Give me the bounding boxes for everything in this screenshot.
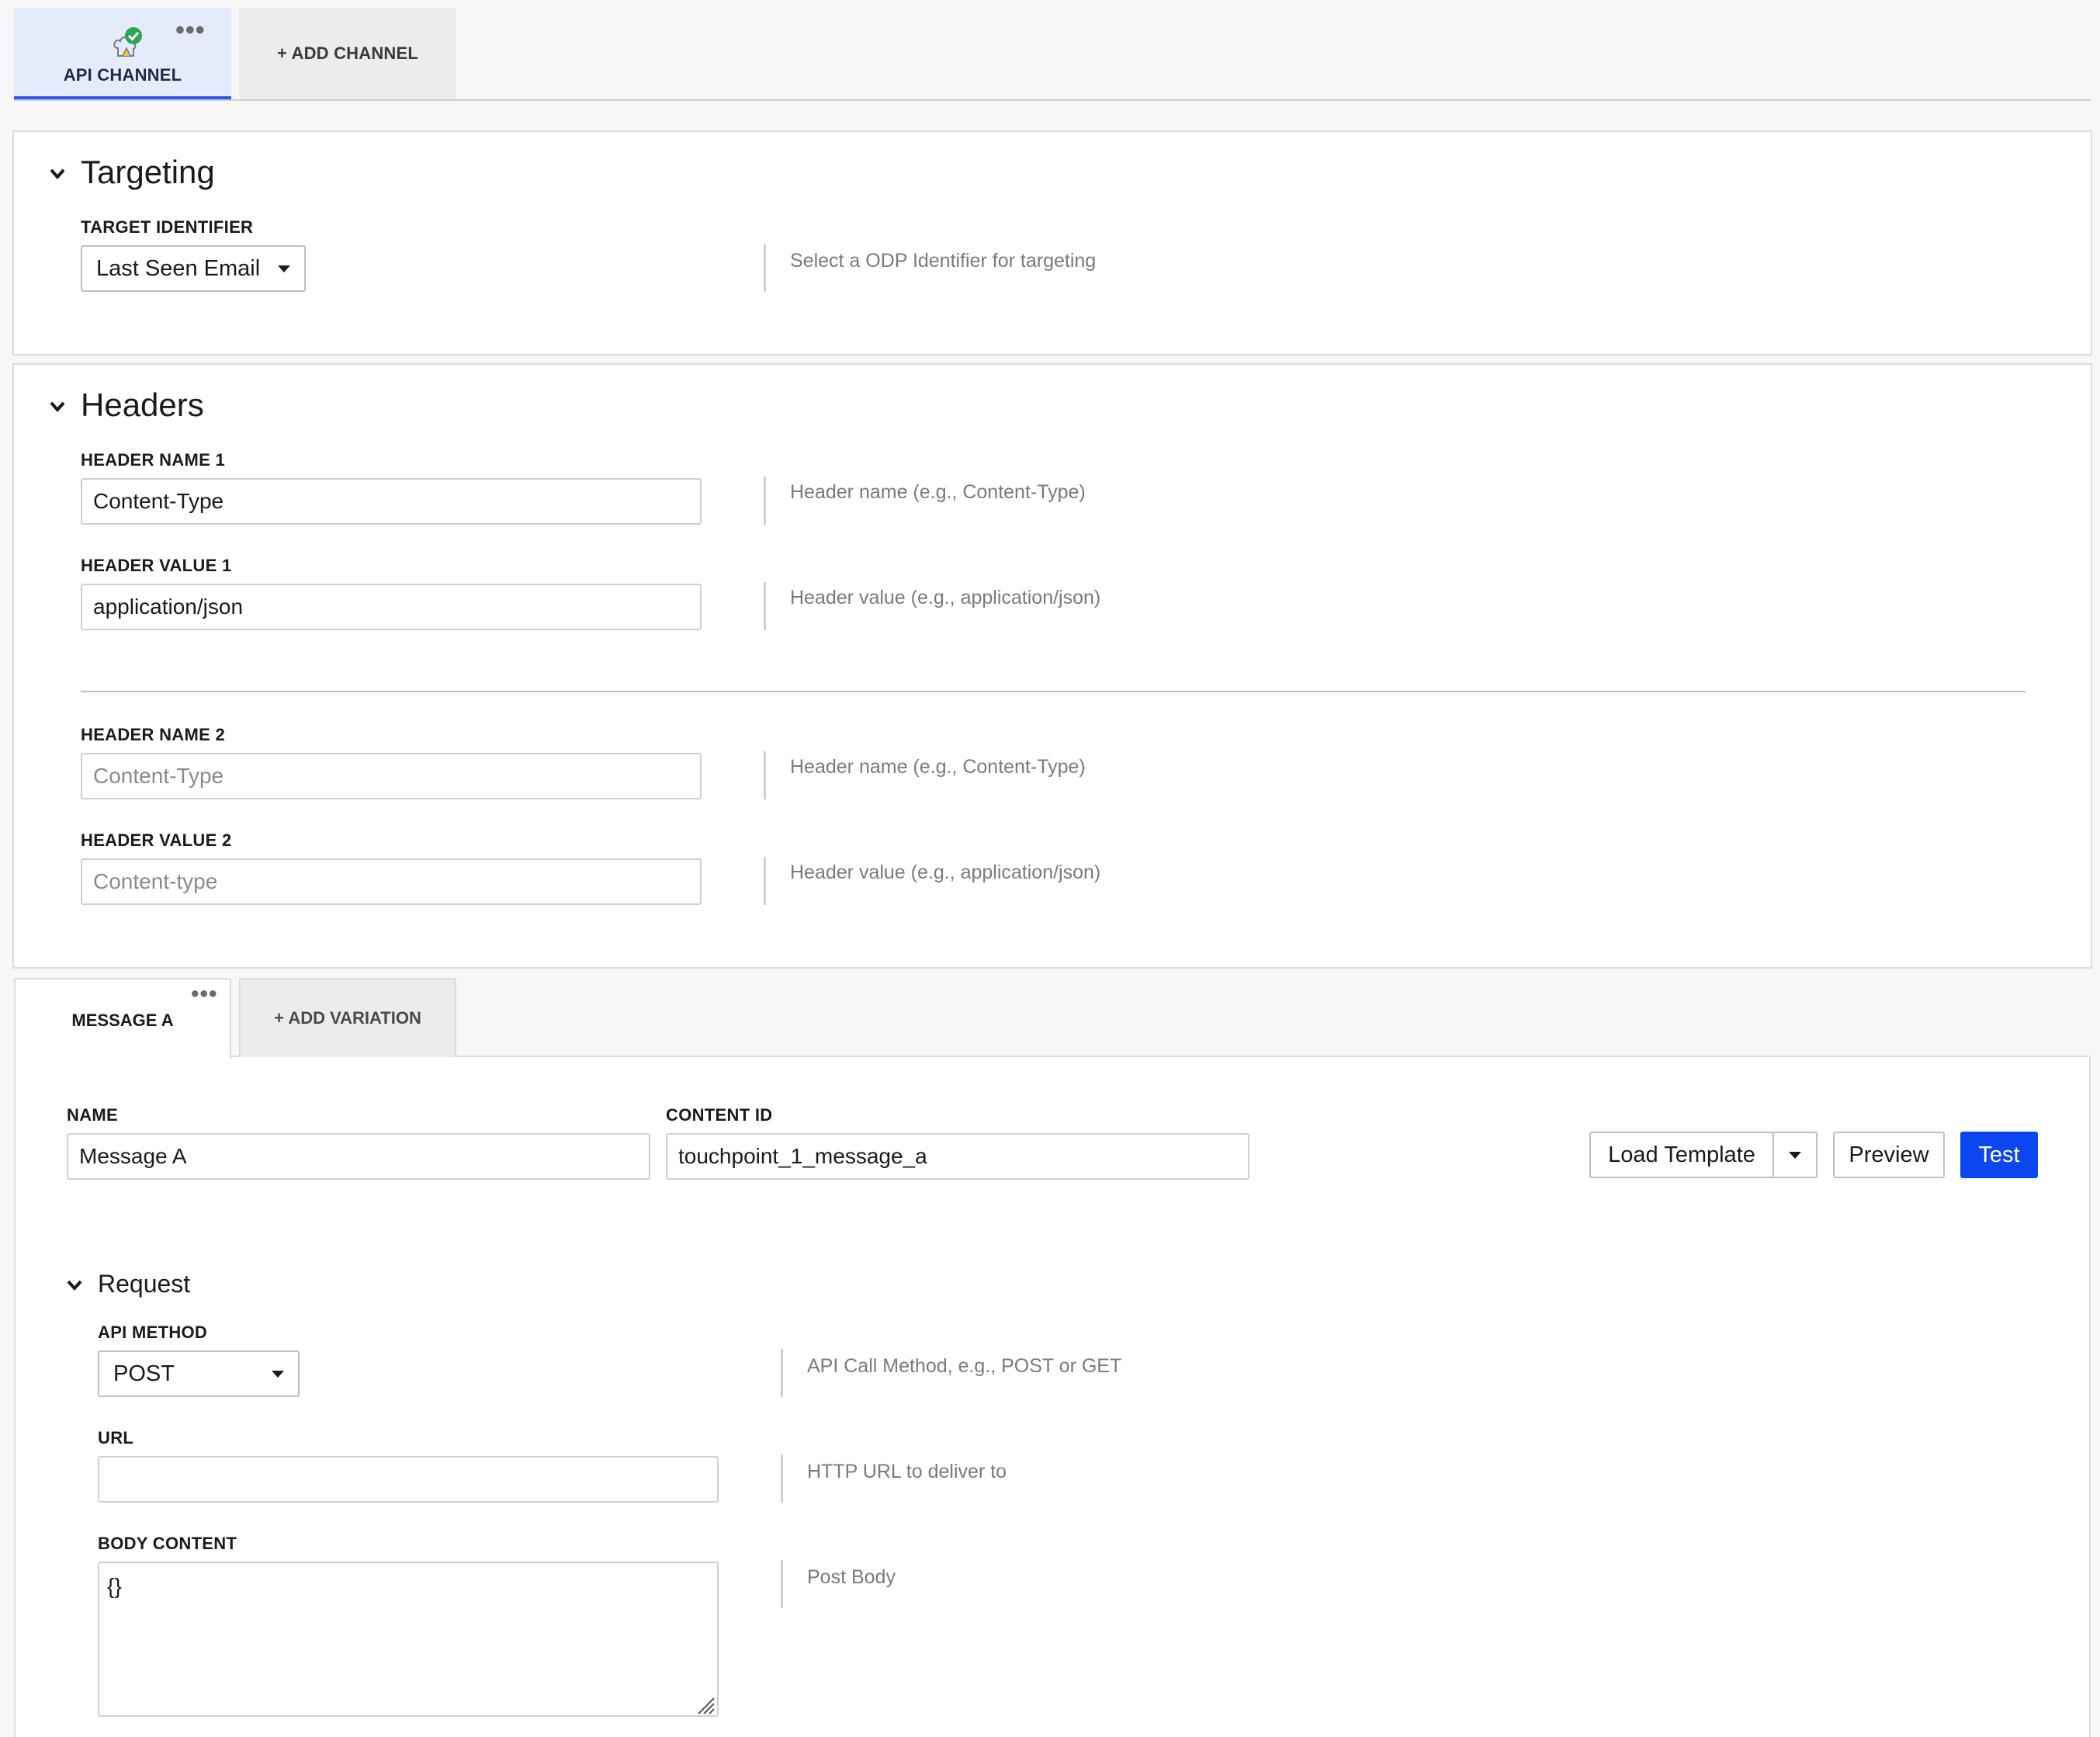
help-divider xyxy=(781,1560,783,1608)
tabs-divider xyxy=(14,99,2091,101)
header-group-divider xyxy=(81,691,2025,692)
tab-message-a[interactable]: MESSAGE A ••• xyxy=(14,978,231,1059)
help-divider xyxy=(764,857,766,905)
url-help: HTTP URL to deliver to xyxy=(807,1461,1007,1482)
header-value-1-input[interactable] xyxy=(81,584,702,630)
chevron-down-icon[interactable] xyxy=(64,1274,85,1296)
api-method-help: API Call Method, e.g., POST or GET xyxy=(807,1355,1122,1377)
test-button[interactable]: Test xyxy=(1960,1132,2038,1178)
help-divider xyxy=(764,477,766,525)
tab-message-a-label: MESSAGE A xyxy=(71,1011,174,1030)
caret-down-icon xyxy=(278,265,290,272)
add-variation-label: + ADD VARIATION xyxy=(274,1008,421,1028)
content-id-label: CONTENT ID xyxy=(666,1105,773,1125)
header-name-2-help: Header name (e.g., Content-Type) xyxy=(790,756,1086,778)
header-name-2-input[interactable] xyxy=(81,753,702,799)
help-divider xyxy=(781,1349,783,1397)
header-name-1-label: HEADER NAME 1 xyxy=(81,450,226,470)
target-identifier-help: Select a ODP Identifier for targeting xyxy=(790,250,1097,272)
content-id-input[interactable] xyxy=(666,1133,1249,1180)
request-title: Request xyxy=(98,1270,191,1298)
preview-label: Preview xyxy=(1849,1142,1929,1167)
api-cloud-check-icon xyxy=(113,27,142,57)
api-method-label: API METHOD xyxy=(98,1323,208,1342)
name-input[interactable] xyxy=(67,1133,650,1180)
load-template-label: Load Template xyxy=(1608,1142,1755,1167)
header-value-2-input[interactable] xyxy=(81,858,702,905)
target-identifier-value: Last Seen Email xyxy=(96,255,261,281)
headers-title: Headers xyxy=(81,387,204,423)
header-value-2-help: Header value (e.g., application/json) xyxy=(790,862,1101,883)
caret-down-icon xyxy=(272,1370,284,1378)
header-name-1-input[interactable] xyxy=(81,478,702,525)
add-channel-button[interactable]: + ADD CHANNEL xyxy=(239,8,456,99)
url-input[interactable] xyxy=(98,1456,719,1503)
url-label: URL xyxy=(98,1428,134,1448)
help-divider xyxy=(781,1454,783,1503)
header-name-2-label: HEADER NAME 2 xyxy=(81,725,226,744)
name-label: NAME xyxy=(67,1105,118,1125)
caret-down-icon xyxy=(1789,1151,1801,1159)
target-identifier-select[interactable]: Last Seen Email xyxy=(81,245,306,292)
help-divider xyxy=(764,244,766,292)
chevron-down-icon[interactable] xyxy=(47,163,68,185)
help-divider xyxy=(764,751,766,799)
header-value-1-label: HEADER VALUE 1 xyxy=(81,556,232,575)
load-template-button[interactable]: Load Template xyxy=(1589,1132,1773,1178)
channel-more-icon[interactable]: ••• xyxy=(175,17,206,43)
header-value-1-help: Header value (e.g., application/json) xyxy=(790,587,1101,608)
add-channel-label: + ADD CHANNEL xyxy=(276,43,419,63)
resize-handle-icon[interactable] xyxy=(694,1694,716,1715)
body-content-label: BODY CONTENT xyxy=(98,1534,237,1553)
add-variation-button[interactable]: + ADD VARIATION xyxy=(239,978,456,1057)
body-content-help: Post Body xyxy=(807,1566,896,1588)
body-content-textarea[interactable]: {} xyxy=(98,1562,719,1717)
api-method-value: POST xyxy=(113,1361,175,1386)
tab-api-channel-label: API CHANNEL xyxy=(63,65,182,85)
load-template-dropdown-button[interactable] xyxy=(1773,1132,1818,1178)
chevron-down-icon[interactable] xyxy=(47,396,68,418)
tab-api-channel[interactable]: ••• API CHANNEL xyxy=(14,8,231,99)
header-value-2-label: HEADER VALUE 2 xyxy=(81,830,232,850)
api-method-select[interactable]: POST xyxy=(98,1350,300,1397)
test-label: Test xyxy=(1978,1142,2020,1167)
targeting-title: Targeting xyxy=(81,154,215,190)
message-more-icon[interactable]: ••• xyxy=(191,983,218,1006)
target-identifier-label: TARGET IDENTIFIER xyxy=(81,217,254,237)
preview-button[interactable]: Preview xyxy=(1833,1132,1945,1178)
help-divider xyxy=(764,582,766,630)
targeting-panel xyxy=(12,130,2092,355)
header-name-1-help: Header name (e.g., Content-Type) xyxy=(790,481,1086,503)
